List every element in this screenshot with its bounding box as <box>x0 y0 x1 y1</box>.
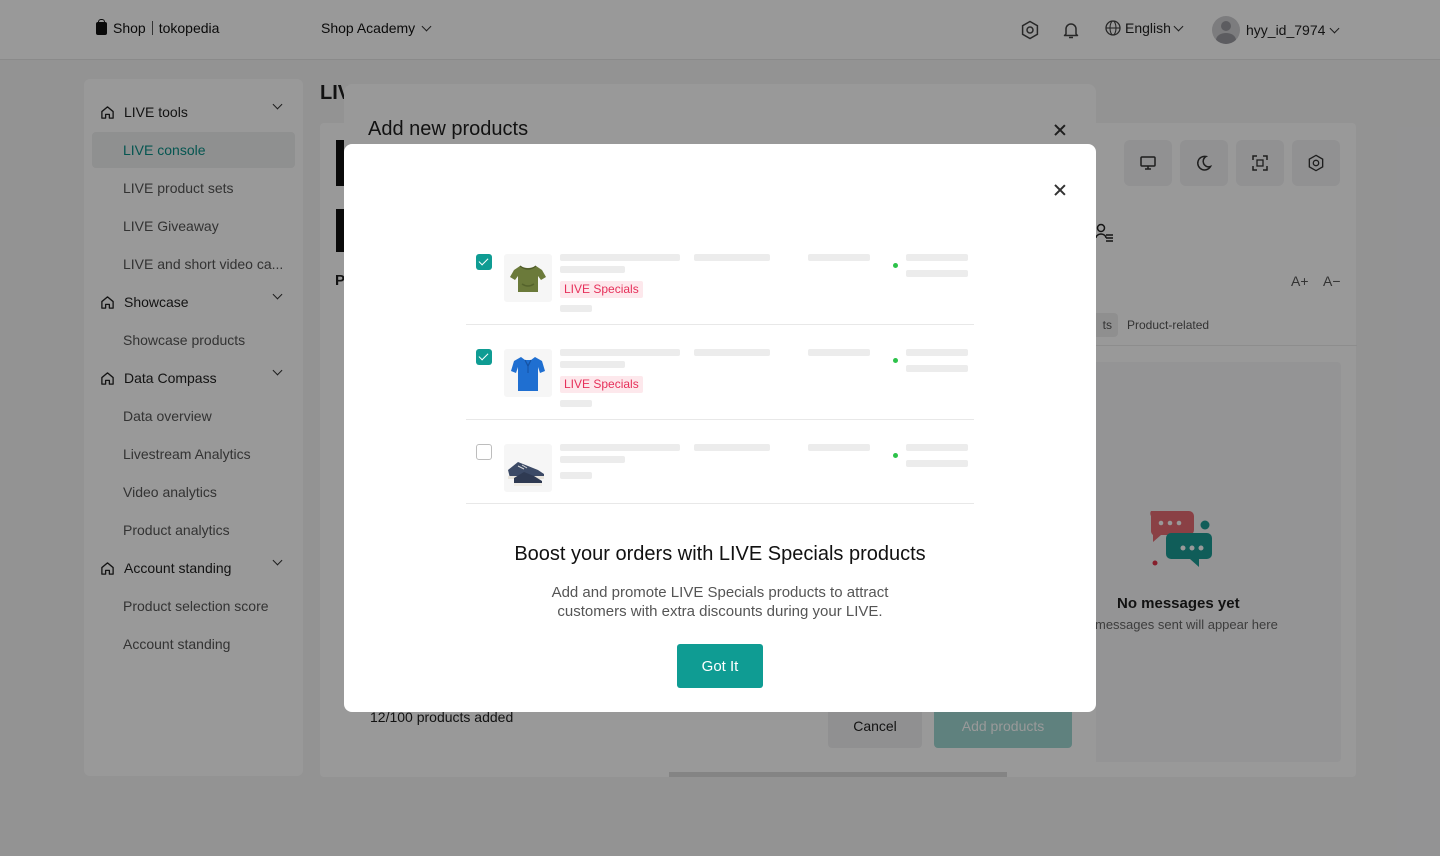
skeleton-line <box>694 349 770 356</box>
skeleton-line <box>560 254 680 261</box>
live-specials-tag: LIVE Specials <box>560 376 643 393</box>
skeleton-line <box>906 444 968 451</box>
skeleton-line <box>694 254 770 261</box>
skeleton-line <box>560 400 592 407</box>
skeleton-line <box>560 444 680 451</box>
skeleton-line <box>560 266 625 273</box>
skeleton-line <box>808 254 870 261</box>
skeleton-line <box>906 349 968 356</box>
modal-title: Boost your orders with LIVE Specials pro… <box>514 543 926 565</box>
product-checkbox[interactable] <box>476 349 492 365</box>
skeleton-line <box>808 349 870 356</box>
skeleton-line <box>560 472 592 479</box>
product-checkbox[interactable] <box>476 254 492 270</box>
modal-description: Add and promote LIVE Specials products t… <box>551 584 889 620</box>
skeleton-line <box>906 254 968 261</box>
skeleton-line <box>560 361 625 368</box>
product-image <box>504 349 552 397</box>
status-dot <box>893 358 898 363</box>
product-checkbox[interactable] <box>476 444 492 460</box>
product-image <box>504 254 552 302</box>
tshirt-image <box>510 265 546 292</box>
live-specials-tag: LIVE Specials <box>560 281 643 298</box>
status-dot <box>893 263 898 268</box>
product-image <box>504 444 552 492</box>
status-dot <box>893 453 898 458</box>
close-icon[interactable] <box>1054 184 1066 196</box>
skeleton-line <box>906 270 968 277</box>
skeleton-line <box>694 444 770 451</box>
skeleton-line <box>906 365 968 372</box>
skeleton-line <box>560 305 592 312</box>
skeleton-line <box>560 456 625 463</box>
polo-shirt-image <box>511 357 545 391</box>
skeleton-line <box>808 444 870 451</box>
skeleton-line <box>906 460 968 467</box>
skeleton-line <box>560 349 680 356</box>
got-it-button[interactable]: Got It <box>677 644 763 688</box>
sneakers-image <box>508 462 544 486</box>
